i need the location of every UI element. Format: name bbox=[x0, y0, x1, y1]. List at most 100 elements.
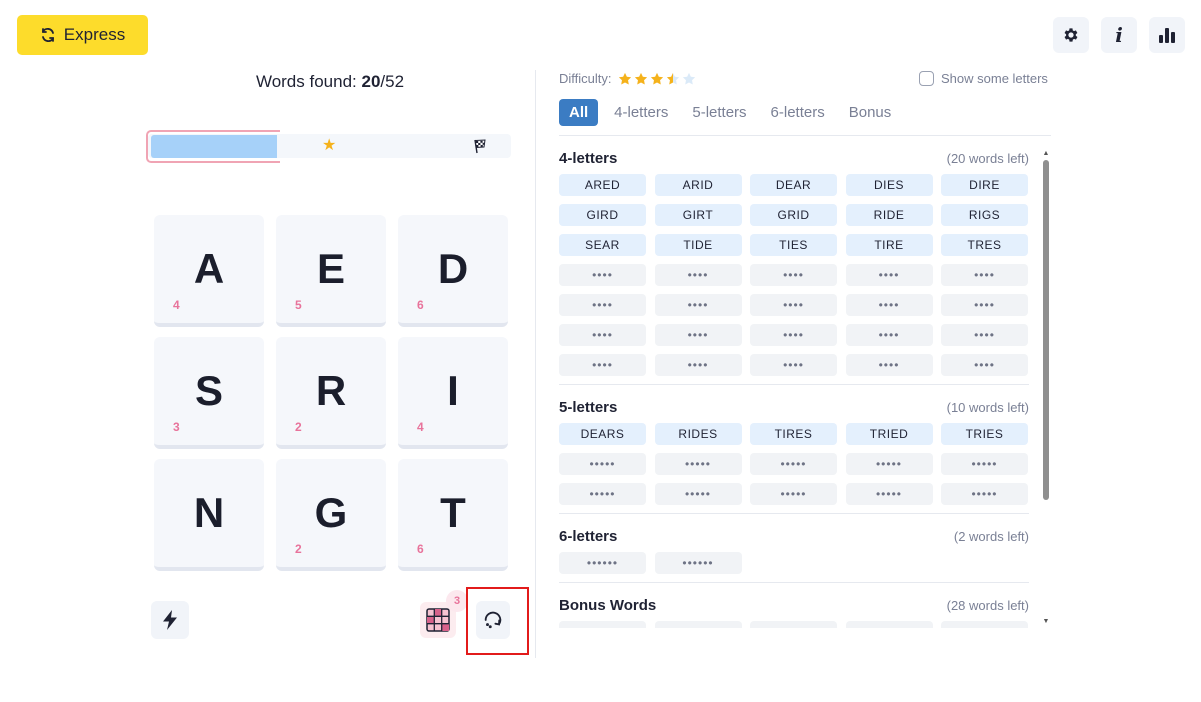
letter-tile[interactable]: I4 bbox=[398, 337, 508, 449]
found-word[interactable]: TIRE bbox=[845, 234, 933, 256]
hidden-word[interactable]: •••• bbox=[654, 294, 742, 316]
star-icon bbox=[650, 72, 663, 84]
hidden-word[interactable]: •••• bbox=[654, 324, 742, 346]
letter-tile[interactable]: S3 bbox=[154, 337, 264, 449]
tile-letter: I bbox=[447, 367, 459, 414]
stats-button[interactable] bbox=[1149, 17, 1185, 53]
hidden-word[interactable]: •••• bbox=[845, 294, 933, 316]
found-word[interactable]: GRID bbox=[750, 204, 837, 226]
tab-6-letters[interactable]: 6-letters bbox=[763, 99, 833, 126]
section-header: 5-letters (10 words left) bbox=[559, 393, 1029, 421]
found-word[interactable]: ARED bbox=[559, 174, 646, 196]
hidden-word[interactable]: •••• bbox=[559, 324, 646, 346]
found-word[interactable]: GIRT bbox=[654, 204, 742, 226]
star-icon bbox=[634, 72, 647, 84]
hidden-word[interactable]: •••••• bbox=[654, 621, 742, 628]
info-button[interactable]: i bbox=[1101, 17, 1137, 53]
hidden-word[interactable]: ••••• bbox=[559, 483, 646, 505]
found-word[interactable]: TRIED bbox=[845, 423, 933, 445]
hidden-word[interactable]: •••• bbox=[750, 324, 837, 346]
refresh-icon bbox=[41, 28, 54, 42]
hidden-word[interactable]: •••• bbox=[941, 354, 1028, 376]
hidden-word[interactable]: •••• bbox=[750, 354, 837, 376]
section-5-letters: 5-letters (10 words left) DEARS RIDES TIRES T… bbox=[559, 393, 1029, 514]
hidden-word[interactable]: •••••• bbox=[654, 552, 742, 574]
tile-letter: E bbox=[316, 245, 345, 292]
hidden-word[interactable]: ••••• bbox=[654, 453, 742, 475]
hidden-word[interactable]: •••• bbox=[941, 264, 1028, 286]
filter-tabs: All 4-letters 5-letters 6-letters Bonus bbox=[559, 99, 907, 126]
tab-bonus[interactable]: Bonus bbox=[841, 99, 900, 126]
found-word[interactable]: TIDE bbox=[654, 234, 742, 256]
letter-tile[interactable]: A4 bbox=[154, 215, 264, 327]
hidden-word[interactable]: •••• bbox=[559, 294, 646, 316]
found-word[interactable]: DIRE bbox=[941, 174, 1028, 196]
show-letters-toggle[interactable]: Show some letters bbox=[919, 71, 1048, 86]
hidden-word[interactable]: •••• bbox=[559, 621, 646, 628]
letter-tile[interactable]: N bbox=[154, 459, 264, 571]
word-chips: •••••••••••••••••••••••• bbox=[559, 621, 1029, 628]
hidden-word[interactable]: •••• bbox=[559, 264, 646, 286]
found-word[interactable]: TIRES bbox=[750, 423, 837, 445]
found-word[interactable]: RIDE bbox=[845, 204, 933, 226]
hidden-word[interactable]: •••• bbox=[750, 294, 837, 316]
found-word[interactable]: SEAR bbox=[559, 234, 646, 256]
hidden-word[interactable]: •••• bbox=[941, 294, 1028, 316]
express-button[interactable]: Express bbox=[17, 15, 148, 55]
letter-tile[interactable]: R2 bbox=[276, 337, 386, 449]
tile-letter: N bbox=[193, 489, 225, 536]
letter-tile[interactable]: G2 bbox=[276, 459, 386, 571]
scroll-down-icon[interactable]: ▼ bbox=[1042, 618, 1050, 626]
hidden-word[interactable]: ••••• bbox=[750, 483, 837, 505]
hidden-word[interactable]: •••• bbox=[559, 354, 646, 376]
show-letters-checkbox[interactable] bbox=[919, 71, 934, 86]
words-left-count: (28 words left) bbox=[946, 597, 1029, 613]
found-word[interactable]: TIES bbox=[750, 234, 837, 256]
letter-tile[interactable]: T6 bbox=[398, 459, 508, 571]
hidden-word[interactable]: ••••• bbox=[750, 453, 837, 475]
hidden-word[interactable]: •••• bbox=[941, 621, 1028, 628]
hidden-word[interactable]: ••••• bbox=[654, 483, 742, 505]
hidden-word[interactable]: •••• bbox=[845, 354, 933, 376]
hidden-word[interactable]: ••••• bbox=[941, 453, 1028, 475]
word-chips: DEARS RIDES TIRES TRIED TRIES ••••• ••••• •••••… bbox=[559, 423, 1029, 505]
found-word[interactable]: DEAR bbox=[750, 174, 837, 196]
hidden-word[interactable]: ••••• bbox=[845, 453, 933, 475]
found-word[interactable]: RIDES bbox=[654, 423, 742, 445]
words-found-label: Words found: bbox=[255, 72, 357, 91]
word-list[interactable]: 4-letters (20 words left) ARED ARID DEAR DIES… bbox=[559, 144, 1029, 628]
word-chips: •••••• •••••• bbox=[559, 552, 1029, 574]
found-word[interactable]: ARID bbox=[654, 174, 742, 196]
found-word[interactable]: DIES bbox=[845, 174, 933, 196]
difficulty-label: Difficulty: bbox=[559, 71, 612, 86]
found-word[interactable]: TRIES bbox=[941, 423, 1028, 445]
hidden-word[interactable]: ••••• bbox=[845, 483, 933, 505]
hidden-word[interactable]: ••••• bbox=[941, 483, 1028, 505]
scrollbar-thumb[interactable] bbox=[1043, 160, 1049, 500]
tab-all[interactable]: All bbox=[559, 99, 599, 126]
hidden-word[interactable]: •••• bbox=[654, 354, 742, 376]
letter-tile[interactable]: E5 bbox=[276, 215, 386, 327]
settings-button[interactable] bbox=[1053, 17, 1089, 53]
hidden-word[interactable]: •••••• bbox=[559, 552, 646, 574]
top-toolbar: i bbox=[1053, 17, 1185, 53]
found-word[interactable]: GIRD bbox=[559, 204, 646, 226]
found-word[interactable]: DEARS bbox=[559, 423, 646, 445]
tile-points: 2 bbox=[295, 542, 302, 556]
hint-button[interactable] bbox=[151, 601, 189, 639]
hidden-word[interactable]: •••• bbox=[654, 264, 742, 286]
letter-tile[interactable]: D6 bbox=[398, 215, 508, 327]
found-word[interactable]: TRES bbox=[941, 234, 1028, 256]
tab-4-letters[interactable]: 4-letters bbox=[606, 99, 676, 126]
scroll-up-icon[interactable]: ▲ bbox=[1042, 150, 1050, 158]
hidden-word[interactable]: •••• bbox=[750, 264, 837, 286]
hidden-word[interactable]: •••• bbox=[750, 621, 837, 628]
hidden-word[interactable]: ••••• bbox=[559, 453, 646, 475]
tab-5-letters[interactable]: 5-letters bbox=[684, 99, 754, 126]
info-icon: i bbox=[1115, 23, 1123, 47]
hidden-word[interactable]: •••••• bbox=[845, 621, 933, 628]
hidden-word[interactable]: •••• bbox=[941, 324, 1028, 346]
hidden-word[interactable]: •••• bbox=[845, 264, 933, 286]
hidden-word[interactable]: •••• bbox=[845, 324, 933, 346]
found-word[interactable]: RIGS bbox=[941, 204, 1028, 226]
